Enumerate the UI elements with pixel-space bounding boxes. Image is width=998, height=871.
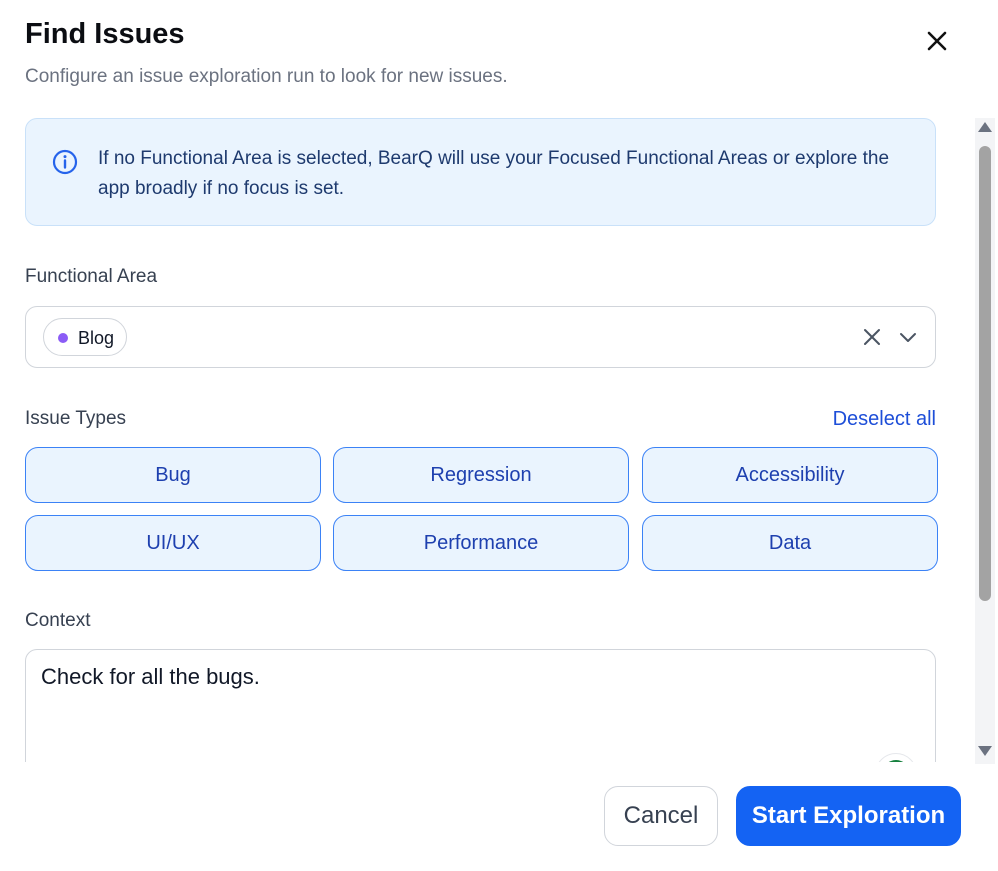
info-icon	[52, 149, 78, 175]
dialog-subtitle: Configure an issue exploration run to lo…	[25, 66, 508, 87]
info-message: If no Functional Area is selected, BearQ…	[98, 148, 890, 199]
close-icon[interactable]	[920, 24, 954, 58]
context-value: Check for all the bugs.	[41, 664, 260, 689]
issue-type-data[interactable]: Data	[642, 515, 938, 571]
scrollbar[interactable]	[975, 118, 995, 764]
functional-area-label: Functional Area	[25, 266, 158, 287]
clear-icon[interactable]	[860, 325, 884, 349]
context-textarea[interactable]: Check for all the bugs.	[25, 649, 936, 762]
selected-area-chip[interactable]: Blog	[43, 318, 127, 356]
issue-type-regression[interactable]: Regression	[333, 447, 629, 503]
functional-area-select[interactable]: Blog	[25, 306, 936, 368]
issue-type-bug[interactable]: Bug	[25, 447, 321, 503]
issue-type-performance[interactable]: Performance	[333, 515, 629, 571]
scroll-up-arrow-icon[interactable]	[978, 122, 992, 132]
issue-types-grid: Bug Regression Accessibility UI/UX Perfo…	[25, 447, 938, 571]
dialog-title: Find Issues	[25, 18, 185, 50]
context-label: Context	[25, 610, 91, 631]
deselect-all-link[interactable]: Deselect all	[760, 408, 936, 431]
chip-label: Blog	[78, 328, 115, 348]
grammar-icon[interactable]	[875, 753, 917, 762]
scrollbar-thumb[interactable]	[979, 146, 991, 601]
area-color-dot	[58, 333, 68, 343]
issue-type-accessibility[interactable]: Accessibility	[642, 447, 938, 503]
cancel-button[interactable]: Cancel	[604, 786, 718, 846]
issue-types-label: Issue Types	[25, 408, 127, 429]
info-banner: If no Functional Area is selected, BearQ…	[25, 118, 936, 226]
start-exploration-button[interactable]: Start Exploration	[736, 786, 961, 846]
issue-type-ui-ux[interactable]: UI/UX	[25, 515, 321, 571]
dialog-body[interactable]: If no Functional Area is selected, BearQ…	[0, 100, 975, 762]
chevron-down-icon[interactable]	[896, 325, 920, 349]
scroll-down-arrow-icon[interactable]	[978, 746, 992, 756]
